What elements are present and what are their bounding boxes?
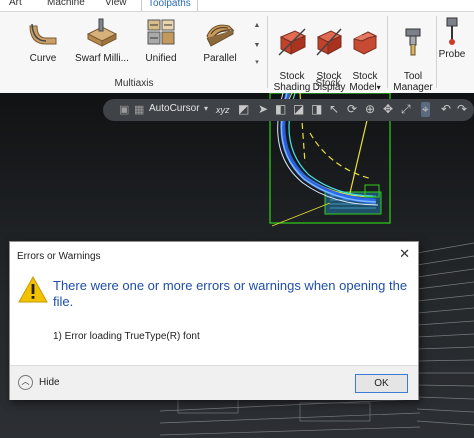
swarf-milling-button[interactable]: Swarf Milli... [75,16,129,64]
swarf-milling-label: Swarf Milli... [75,53,129,64]
parallel-button-label: Parallel [203,53,237,64]
tab-machine[interactable]: Machine [47,0,85,11]
probe-label: Probe [438,49,466,60]
cursor-icon[interactable]: ↖ [329,102,339,116]
ribbon-separator [267,16,268,88]
close-icon[interactable]: ✕ [399,246,410,262]
parallel-toolpath-icon [206,24,235,47]
dialog-error-detail: 1) Error loading TrueType(R) font [53,331,200,342]
tab-view[interactable]: View [105,0,127,11]
unified-button-label: Unified [145,53,177,64]
gallery-scroll[interactable]: ▲ ▼ ▾ [251,16,263,76]
ribbon-panel: Curve Swarf Milli... Unified Parallel Mu… [0,11,474,94]
errors-warnings-dialog: Errors or Warnings ✕ There were one or m… [9,241,419,400]
select-arrow-icon[interactable]: ➤ [258,102,268,116]
hide-label: Hide [39,377,60,389]
chevron-up-icon: ︿ [18,375,33,390]
undo-view-icon[interactable]: ↶ [441,102,451,116]
curve-button[interactable]: Curve [20,16,66,64]
curve-button-label: Curve [29,53,57,64]
ok-button[interactable]: OK [355,374,408,393]
multiaxis-group-label: Multiaxis [114,78,154,89]
swarf-milling-icon [86,18,118,47]
tool-manager-label: Tool Manager [393,71,433,93]
probe-button[interactable]: Probe [437,16,467,60]
autocursor-label[interactable]: AutoCursor [149,103,200,114]
fit-icon[interactable]: ⤢ [401,102,411,117]
ribbon-separator [387,16,388,88]
hide-details-button[interactable]: ︿ Hide [18,375,60,390]
gallery-up-icon[interactable]: ▲ [251,16,263,36]
curve-toolpath-icon [29,23,57,45]
grid-icon[interactable]: ▦ [134,103,144,116]
stock-display-icon [316,28,343,56]
redo-view-icon[interactable]: ↷ [457,102,467,116]
warning-icon [18,276,48,303]
unified-button[interactable]: Unified [138,16,184,64]
pan-icon[interactable]: ✥ [383,102,393,116]
view-iso-icon[interactable]: ◧ [275,102,286,116]
autocursor-dropdown-icon[interactable]: ▾ [204,104,208,113]
viewport-toolbar: ▣ ▦ AutoCursor ▾ xyz ◩ ➤ ◧ ◪ ◨ ↖ ⟳ ⊕ ✥ ⤢… [103,99,474,121]
rotate-icon[interactable]: ⟳ [347,102,357,116]
view-cube-icon[interactable]: ◩ [238,102,249,116]
zoom-icon[interactable]: ⊕ [365,102,375,116]
target-icon[interactable]: ⌖ [421,102,430,117]
dialog-footer: ︿ Hide OK [10,365,418,400]
parallel-button[interactable]: Parallel [197,16,243,64]
probe-icon [446,17,458,45]
ribbon-tab-bar: Art Machine View Toolpaths [0,0,474,12]
view-top-icon[interactable]: ◨ [311,102,322,116]
tool-manager-button[interactable]: Tool Manager [392,16,434,93]
stock-group-label: Stock [315,78,341,89]
tab-art[interactable]: Art [9,0,22,11]
unified-toolpath-icon [147,19,175,45]
tool-manager-icon [405,28,421,56]
lock-icon[interactable]: ▣ [119,103,129,116]
stock-model-icon [353,31,378,55]
dialog-title: Errors or Warnings [17,251,101,262]
dialog-message: There were one or more errors or warning… [53,278,408,309]
gallery-more-icon[interactable]: ▾ [251,56,263,70]
stock-shading-icon [278,28,307,56]
axis-label[interactable]: xyz [216,105,230,115]
gallery-down-icon[interactable]: ▼ [251,36,263,56]
view-front-icon[interactable]: ◪ [293,102,304,116]
